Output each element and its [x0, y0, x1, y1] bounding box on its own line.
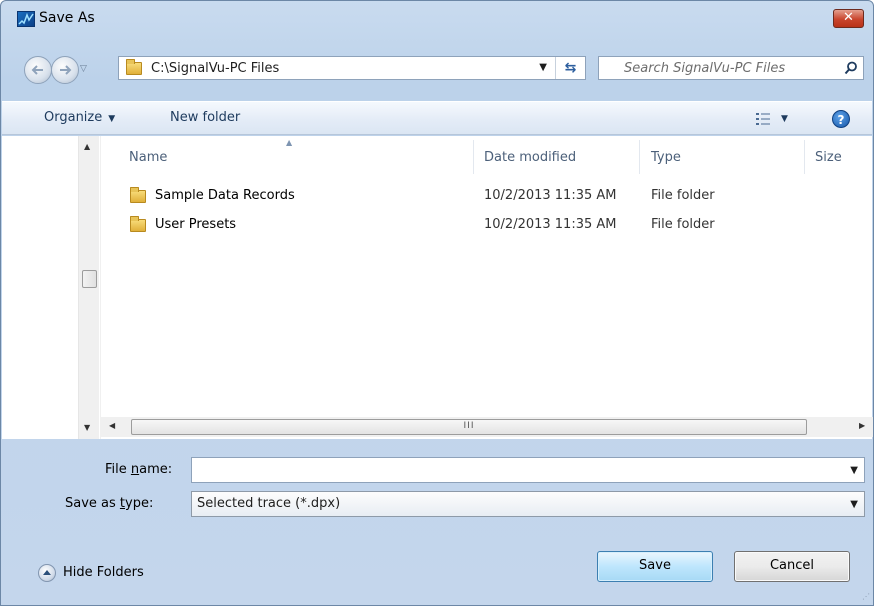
file-name-label: File name: [105, 462, 173, 477]
scroll-left-icon[interactable]: ◀ [109, 421, 115, 430]
folder-icon [126, 59, 142, 75]
column-header-name[interactable]: Name [129, 150, 167, 190]
window-title: Save As [39, 10, 95, 26]
save-as-dialog: Save As ✕ ▽ C:\SignalVu-PC Files ⇆ ▼ Sea… [0, 0, 874, 606]
hide-folders-label: Hide Folders [63, 565, 144, 580]
folder-icon [130, 187, 146, 203]
address-path[interactable]: C:\SignalVu-PC Files [151, 61, 279, 76]
chevron-down-icon: ▼ [850, 499, 858, 510]
arrow-left-icon [31, 65, 43, 75]
search-box[interactable]: Search SignalVu-PC Files [598, 56, 864, 80]
file-type: File folder [651, 217, 715, 232]
organize-label: Organize [44, 110, 103, 125]
app-icon [17, 11, 35, 27]
close-icon: ✕ [843, 10, 854, 25]
address-bar[interactable]: C:\SignalVu-PC Files ⇆ ▼ [118, 56, 586, 80]
arrow-right-icon [60, 65, 72, 75]
refresh-button[interactable]: ⇆ [555, 57, 585, 79]
save-button[interactable]: Save [597, 551, 713, 582]
chevron-down-icon[interactable]: ▼ [850, 465, 858, 476]
refresh-icon: ⇆ [564, 60, 577, 76]
scroll-thumb[interactable]: III [131, 419, 807, 435]
file-name: Sample Data Records [155, 188, 295, 203]
horizontal-scrollbar[interactable]: ◀ III ▶ [101, 417, 873, 437]
collapse-up-icon [38, 564, 56, 582]
column-header-date-modified[interactable]: Date modified [484, 150, 576, 190]
title-bar[interactable]: Save As ✕ [1, 1, 873, 35]
column-header-type[interactable]: Type [651, 150, 681, 190]
search-input[interactable]: Search SignalVu-PC Files [624, 61, 785, 76]
file-date-modified: 10/2/2013 11:35 AM [484, 217, 617, 232]
sort-ascending-icon: ▲ [286, 138, 293, 147]
details-view-icon [756, 113, 770, 125]
help-icon[interactable]: ? [832, 110, 850, 128]
file-name-field[interactable]: ▼ [191, 457, 865, 483]
chevron-down-icon[interactable]: ▼ [539, 62, 547, 73]
back-button[interactable] [24, 56, 52, 84]
column-header-size[interactable]: Size [815, 150, 842, 190]
navigation-scrollbar[interactable]: ▲ ▼ [78, 136, 99, 439]
scroll-right-icon[interactable]: ▶ [859, 421, 865, 430]
chevron-down-icon: ▼ [108, 114, 116, 124]
cancel-button[interactable]: Cancel [734, 551, 850, 582]
chevron-down-icon: ▼ [781, 114, 788, 124]
navigation-pane[interactable]: ▲ ▼ [2, 136, 100, 439]
command-toolbar: Organize ▼ New folder ▼ ? [2, 101, 872, 135]
folder-icon [130, 216, 146, 232]
column-divider[interactable] [639, 140, 640, 174]
organize-menu-button[interactable]: Organize ▼ [44, 110, 115, 125]
scroll-thumb[interactable] [82, 270, 97, 288]
resize-grip-icon[interactable]: ⋰ [862, 592, 870, 601]
file-list[interactable]: ▲ Name Date modified Type Size Sample Da… [100, 136, 873, 439]
column-divider[interactable] [473, 140, 474, 174]
recent-pages-dropdown[interactable]: ▽ [80, 64, 92, 76]
save-as-type-select[interactable]: Selected trace (*.dpx) ▼ [191, 491, 865, 517]
close-button[interactable]: ✕ [833, 9, 864, 28]
scroll-up-icon[interactable]: ▲ [84, 142, 90, 151]
file-date-modified: 10/2/2013 11:35 AM [484, 188, 617, 203]
save-as-type-value: Selected trace (*.dpx) [197, 496, 341, 511]
navigation-bar: ▽ C:\SignalVu-PC Files ⇆ ▼ Search Signal… [1, 51, 873, 85]
new-folder-button[interactable]: New folder [170, 110, 240, 125]
search-icon[interactable] [844, 61, 858, 75]
column-divider[interactable] [804, 140, 805, 174]
file-type: File folder [651, 188, 715, 203]
list-item[interactable]: Sample Data Records 10/2/2013 11:35 AM F… [101, 186, 873, 208]
change-view-button[interactable]: ▼ [755, 112, 795, 128]
list-item[interactable]: User Presets 10/2/2013 11:35 AM File fol… [101, 215, 873, 237]
scroll-down-icon[interactable]: ▼ [84, 423, 90, 432]
forward-button[interactable] [51, 56, 79, 84]
browser-pane: ▲ ▼ ▲ Name Date modified Type Size Sampl… [2, 136, 873, 439]
file-name: User Presets [155, 217, 237, 232]
save-as-type-label: Save as type: [65, 496, 154, 511]
